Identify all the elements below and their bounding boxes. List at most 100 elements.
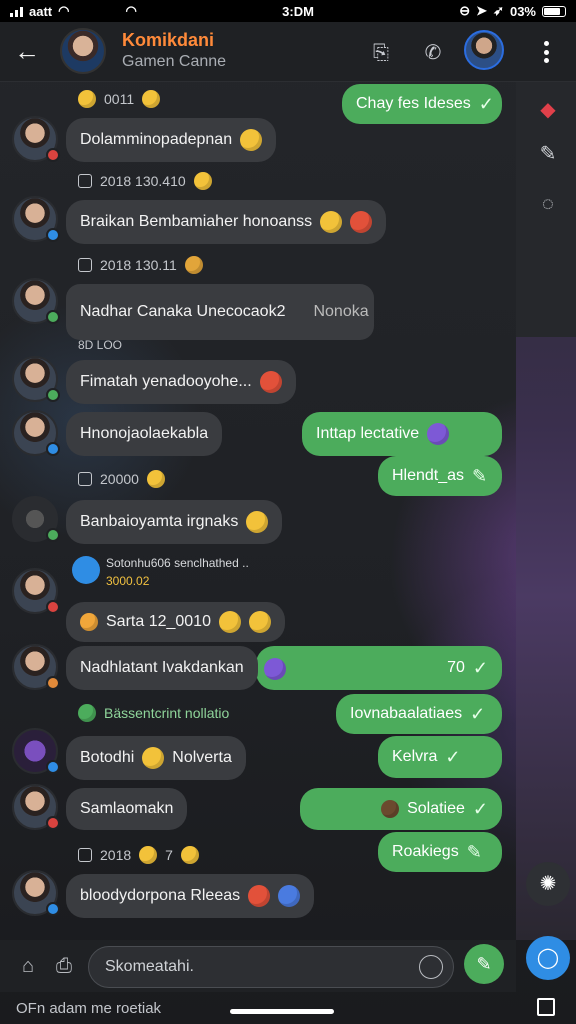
message-meta: 20000 <box>78 470 165 488</box>
emoji-icon <box>246 511 269 533</box>
home-indicator[interactable] <box>230 1009 334 1014</box>
avatar[interactable] <box>12 356 60 402</box>
scatter-icon[interactable]: ✺ <box>526 862 570 906</box>
outgoing-message[interactable]: Kelvra ✓ <box>378 736 502 778</box>
emoji-icon <box>264 658 286 680</box>
outgoing-message[interactable]: Solatiee ✓ <box>300 788 502 830</box>
wifi-icon: ◠ <box>58 3 70 18</box>
location-icon: ➤ <box>476 3 488 18</box>
recent-apps-icon[interactable] <box>537 998 555 1016</box>
incoming-message[interactable]: Sarta 12_0010 <box>66 602 285 642</box>
sticker-icon <box>278 885 301 907</box>
camera-icon[interactable]: ⌂ <box>14 952 42 980</box>
send-status-icon: ✎ <box>466 841 482 862</box>
location-icon-2: ➶ <box>493 3 504 18</box>
avatar[interactable] <box>12 496 60 542</box>
message-input[interactable]: Skomeatahi. <box>88 946 454 988</box>
emoji-icon <box>146 470 165 488</box>
avatar[interactable] <box>12 870 60 916</box>
message-row: Hnonojaolaekabla Inttap lectative <box>0 410 516 460</box>
clock-time: 3:DM <box>282 3 314 19</box>
message-meta: Bässentcrint nollatio <box>78 704 229 722</box>
message-meta: 8D LOO <box>78 338 123 352</box>
status-bar: aatt ◠ ◠ 3:DM ⊖ ➤ ➶ 03% <box>0 0 576 22</box>
clock-icon <box>78 174 92 188</box>
outgoing-message[interactable]: Hlendt_as ✎ <box>378 456 502 496</box>
avatar[interactable] <box>12 784 60 830</box>
system-message: Sotonhu606 senclhathed .. <box>106 556 249 570</box>
alarm-icon: ⊖ <box>459 3 471 18</box>
signal-icon <box>10 6 23 17</box>
emoji-icon <box>142 747 165 769</box>
incoming-message[interactable]: Fimatah yenadooyohe... <box>66 360 296 404</box>
emoji-icon <box>248 885 271 907</box>
fire-emoji-icon <box>78 90 96 108</box>
emoji-icon <box>80 613 98 631</box>
clock-icon <box>78 258 92 272</box>
incoming-message[interactable]: Nadhar Canaka Unecocaok2 Nonoka <box>66 284 374 340</box>
send-button[interactable]: ✎ <box>464 944 504 984</box>
incoming-message[interactable]: bloodydorpona Rleeas <box>66 874 315 918</box>
message-meta: 2018 7 <box>78 846 199 864</box>
message-row: Solatiee ✓ Samlaomakn <box>0 784 516 834</box>
emoji-icon <box>427 423 450 445</box>
avatar[interactable] <box>12 728 60 774</box>
avatar[interactable] <box>12 278 60 324</box>
member-avatar[interactable] <box>464 30 504 70</box>
wifi-icon-2: ◠ <box>125 3 137 18</box>
send-status-icon: ✎ <box>472 465 488 486</box>
incoming-message[interactable]: Dolamminopadepnan <box>66 118 277 162</box>
pin-icon[interactable]: ◆ <box>534 96 562 124</box>
avatar[interactable] <box>12 644 60 690</box>
message-row: Nadhar Canaka Unecocaok2 Nonoka 8D LOO <box>0 278 516 352</box>
system-icon <box>72 556 100 584</box>
status-icon <box>78 704 96 722</box>
system-detail: 3000.02 <box>106 574 150 588</box>
emoji-icon <box>259 371 282 393</box>
incoming-message[interactable]: Braikan Bembamiaher honoanss <box>66 200 387 244</box>
attachment-icon[interactable]: ⎙ <box>50 952 78 980</box>
avatar[interactable] <box>12 196 60 242</box>
message-row: Dolamminopadepnan <box>0 116 516 166</box>
avatar[interactable] <box>12 410 60 456</box>
sticker-picker-icon[interactable] <box>419 955 443 979</box>
incoming-message[interactable]: Samlaomakn <box>66 788 188 830</box>
read-check-icon: ✓ <box>472 798 488 819</box>
outgoing-message[interactable]: Inttap lectative <box>302 412 502 456</box>
ring-icon[interactable]: ◯ <box>526 936 570 980</box>
back-arrow-icon[interactable]: ← <box>14 38 44 66</box>
message-row: Fimatah yenadooyohe... <box>0 356 516 406</box>
crown-icon <box>184 256 203 274</box>
outgoing-message[interactable]: 70 ✓ <box>256 646 502 690</box>
message-meta: 2018 130.11 <box>78 256 203 274</box>
message-row: Banbaioyamta irgnaks <box>0 496 516 546</box>
carrier-label: aatt <box>29 3 53 19</box>
chat-header: ← Komikdani Gamen Canne ⎘ ✆ <box>0 22 576 82</box>
phone-icon[interactable]: ✆ <box>420 40 446 66</box>
read-check-icon: ✓ <box>470 703 486 724</box>
more-options-icon[interactable] <box>536 38 556 66</box>
pen-icon[interactable]: ✎ <box>534 140 562 168</box>
clipboard-icon[interactable]: ⎘ <box>368 40 394 66</box>
message-row: Botodhi Nolverta Kelvra ✓ <box>0 728 516 780</box>
message-row: Sotonhu606 senclhathed .. 3000.02 <box>0 554 516 594</box>
outgoing-message[interactable]: Roakiegs ✎ <box>378 832 502 872</box>
timer-icon[interactable]: ◌ <box>534 190 562 218</box>
group-avatar[interactable] <box>60 28 106 74</box>
incoming-message[interactable]: Nadhlatant Ivakdankan <box>66 646 258 690</box>
chat-title: Komikdani <box>122 30 215 50</box>
read-check-icon: ✓ <box>478 93 494 114</box>
incoming-message[interactable]: Botodhi Nolverta <box>66 736 246 780</box>
sticker-icon <box>350 211 373 233</box>
incoming-message[interactable]: Banbaioyamta irgnaks <box>66 500 283 544</box>
incoming-message[interactable]: Hnonojaolaekabla <box>66 412 223 456</box>
message-meta: 2018 130.410 <box>78 172 212 190</box>
emoji-icon <box>381 800 400 818</box>
smile-emoji-icon <box>142 90 161 108</box>
emoji-icon <box>193 172 212 190</box>
composer-bar: ⌂ ⎙ Skomeatahi. ✎ <box>0 940 516 992</box>
message-meta: 0011 <box>78 90 161 108</box>
avatar[interactable] <box>12 116 60 162</box>
emoji-icon <box>139 846 158 864</box>
message-row: bloodydorpona Rleeas <box>0 870 516 920</box>
